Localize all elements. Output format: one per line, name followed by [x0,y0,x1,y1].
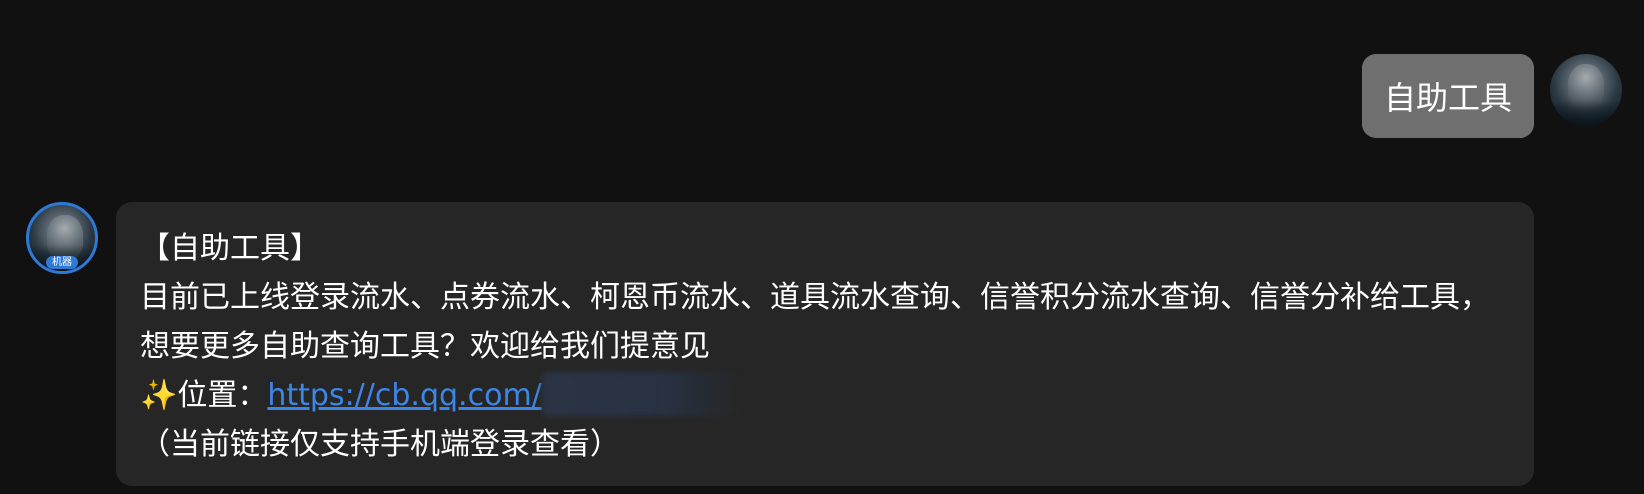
bot-avatar[interactable]: 机器 [26,202,98,274]
tool-link[interactable]: https://cb.qq.com/ [267,378,541,413]
bot-message-bubble: 【自助工具】 目前已上线登录流水、点券流水、柯恩币流水、道具流水查询、信誉积分流… [116,202,1534,486]
user-avatar[interactable] [1550,54,1622,126]
bot-badge: 机器 [46,256,78,269]
chat-window: 自助工具 机器 【自助工具】 目前已上线登录流水、点券流水、柯恩币流水、道具流水… [0,0,1644,494]
bot-message-title: 【自助工具】 [140,231,320,266]
bot-message-note: （当前链接仅支持手机端登录查看） [140,427,620,462]
location-label: 位置： [177,378,268,413]
bot-message-location-line: ✨位置：https://cb.qq.com/ [140,371,1510,420]
avatar-shadow [1550,100,1622,126]
user-message-text: 自助工具 [1383,79,1512,117]
user-message-bubble[interactable]: 自助工具 [1362,54,1534,138]
redacted-link-blur [541,371,742,416]
sparkle-icon: ✨ [140,378,178,413]
bot-message-body: 目前已上线登录流水、点券流水、柯恩币流水、道具流水查询、信誉积分流水查询、信誉分… [140,280,1490,364]
